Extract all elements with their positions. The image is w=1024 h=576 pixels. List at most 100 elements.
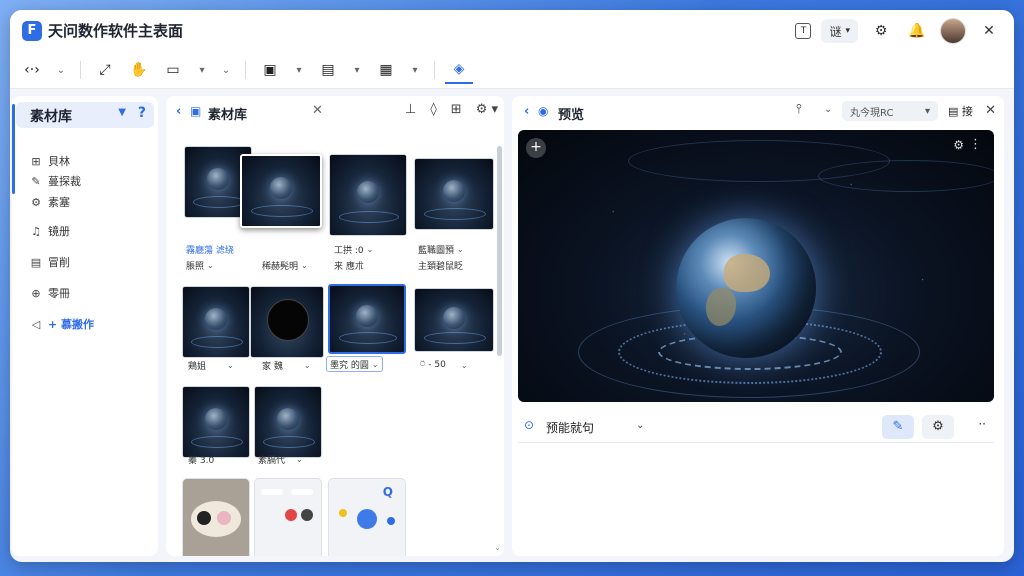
title-bar-actions: T 谜 ▾ ⚙ 🔔 ✕ [795, 17, 1002, 45]
edit-button[interactable]: ✎ [882, 415, 914, 439]
chevron-down-icon[interactable]: ▼ [118, 107, 126, 118]
chevron-down-icon[interactable]: ⌄ [217, 57, 235, 83]
sidebar-item[interactable]: ✎ 蔓探裁 [30, 172, 81, 190]
sidebar-item[interactable]: ⚙ 素塞 [30, 193, 70, 211]
knob-icon [217, 511, 231, 525]
grid-icon[interactable]: ⊞ [451, 102, 462, 117]
layers-icon[interactable]: ▣ [256, 57, 284, 83]
sidebar-item[interactable]: ▤ 冒削 [30, 253, 70, 271]
control-tile[interactable]: Q [328, 478, 406, 556]
chevron-down-icon[interactable]: ▾ [406, 57, 424, 83]
material-thumbnail[interactable] [329, 154, 407, 236]
chevron-down-icon: ▾ [845, 26, 850, 36]
thumbnail-caption: 主頚碧鼠眨 [418, 261, 464, 272]
gear-icon[interactable]: ⚙ [953, 138, 964, 152]
material-thumbnail[interactable] [414, 158, 494, 230]
chevron-down-icon: ▾ [924, 105, 930, 117]
chevron-down-icon: ⌄ [457, 244, 464, 254]
chevron-down-icon: ⌄ [371, 359, 379, 369]
material-thumbnail[interactable] [182, 386, 250, 458]
settings-button[interactable]: ⚙ [922, 415, 954, 439]
preview-viewport[interactable]: + ⚙ ⋮ [518, 130, 994, 402]
control-tile[interactable] [254, 478, 322, 556]
thumbnail-caption[interactable]: ⍥ - 50 ⌄ [420, 358, 468, 372]
close-icon[interactable]: ✕ [976, 18, 1002, 44]
material-thumbnail-selected[interactable] [328, 284, 406, 354]
thumbnail-caption[interactable]: 脹照 ⌄ [186, 258, 214, 272]
material-thumbnail[interactable] [182, 286, 250, 358]
avatar[interactable] [940, 18, 966, 44]
material-icon[interactable]: ◈ [445, 56, 473, 84]
bell-icon[interactable]: 🔔 [904, 18, 930, 44]
dot-icon [339, 509, 347, 517]
grid-icon[interactable]: ▦ [372, 57, 400, 83]
sidebar-item[interactable]: ♫ 镜册 [30, 222, 70, 240]
preview-option-label[interactable]: 预能就句 [546, 419, 594, 436]
thumbnail-caption[interactable]: 素膈代 ⌄ [258, 452, 303, 466]
location-icon: ⊙ [524, 418, 535, 432]
chevron-down-icon[interactable]: ▾ [193, 57, 211, 83]
chevron-down-icon[interactable]: ⌄ [636, 420, 644, 431]
control-bar [291, 489, 313, 495]
back-icon[interactable]: ‹ [524, 104, 529, 119]
thumbnail-caption[interactable]: 稀赫髡明 ⌄ [262, 258, 308, 272]
more-vertical-icon[interactable]: ⋮ [969, 137, 982, 152]
chevron-down-icon[interactable]: ▾ [348, 57, 366, 83]
close-icon[interactable]: ✕ [312, 103, 323, 118]
chevron-down-icon: ⌄ [366, 244, 374, 254]
sidebar-item-label: + 慕搬作 [48, 318, 95, 331]
chevron-down-icon[interactable]: ⌄ [824, 104, 832, 115]
more-icon[interactable]: ·· [978, 417, 986, 431]
material-library-panel: ‹ ▣ 素材库 ✕ ⊥ ◊ ⊞ ⚙ ▾ 霧廳蕩 滤绕 脹照 ⌄ 稀赫髡明 ⌄ 工拱 :0 ⌄… [166, 96, 504, 556]
view-toggle[interactable]: ▤ 接 [948, 103, 973, 119]
render-mode-select[interactable]: 丸今現RC ▾ [842, 101, 938, 121]
resize-icon[interactable]: ⤢ [91, 57, 119, 83]
chevron-down-icon[interactable]: ▾ [290, 57, 308, 83]
material-thumbnail[interactable] [414, 288, 494, 352]
close-icon[interactable]: ✕ [985, 103, 996, 118]
sidebar-item-label: 零冊 [48, 287, 70, 300]
thumbnail-caption[interactable]: 工拱 :0 ⌄ [334, 242, 373, 256]
chevron-down-icon[interactable]: ⌄ [494, 543, 501, 552]
sidebar-item[interactable]: ◁ + 慕搬作 [30, 315, 94, 333]
chevron-down-icon: ⌄ [460, 360, 468, 370]
dot-icon [387, 517, 395, 525]
save-icon[interactable]: ▤ [314, 57, 342, 83]
title-bar: F 天问数作软件主表面 T 谜 ▾ ⚙ 🔔 ✕ [10, 10, 1014, 53]
preview-title: 预览 [558, 108, 585, 123]
help-icon[interactable]: ? [138, 105, 146, 121]
sidebar-item[interactable]: ⊕ 零冊 [30, 284, 70, 302]
gear-icon[interactable]: ⚙ [868, 18, 894, 44]
thumbnail-caption-selected[interactable]: 墨究 的圓 ⌄ [326, 356, 383, 372]
sidebar-item-icon: ⊕ [31, 286, 41, 300]
sidebar-header[interactable]: 素材库 ▼ ? [16, 102, 154, 128]
control-bar [261, 489, 283, 495]
material-thumbnail[interactable] [250, 286, 324, 358]
library-scrollbar[interactable] [497, 146, 502, 356]
frame-icon[interactable]: ▭ [159, 57, 187, 83]
material-thumbnail[interactable] [254, 386, 322, 458]
align-icon[interactable]: ⊥ [405, 102, 416, 117]
material-thumbnail-dragging[interactable] [240, 154, 322, 228]
toolbar-separator [434, 61, 435, 79]
sidebar-item-icon: ⊞ [31, 154, 41, 168]
back-icon[interactable]: ‹ [176, 104, 181, 119]
workspace-select[interactable]: 谜 ▾ [821, 19, 858, 43]
chevron-down-icon[interactable]: ⌄ [52, 57, 70, 83]
thumbnail-caption[interactable]: 家 魏 ⌄ [262, 358, 311, 372]
chevron-down-icon: ⌄ [207, 260, 214, 270]
sidebar-item-label: 镜册 [48, 225, 70, 238]
code-icon[interactable]: ‹·› [18, 57, 46, 83]
document-icon[interactable]: T [795, 23, 812, 39]
thumbnail-caption[interactable]: 藍職圖預 ⌄ [418, 242, 464, 256]
add-icon[interactable]: + [526, 138, 546, 158]
drop-icon[interactable]: ◊ [430, 102, 436, 117]
thumbnail-caption[interactable]: 鶏姐 ⌄ [188, 358, 234, 372]
hand-icon[interactable]: ✋ [125, 57, 153, 83]
settings-dropdown-icon[interactable]: ⚙ ▾ [476, 102, 498, 117]
library-header: ‹ ▣ 素材库 ✕ ⊥ ◊ ⊞ ⚙ ▾ [166, 96, 504, 128]
sidebar-item[interactable]: ⊞ 貝林 [30, 152, 70, 170]
pin-icon[interactable]: ⫯ [796, 102, 802, 117]
control-tile[interactable] [182, 478, 250, 556]
sidebar-item-label: 素塞 [48, 196, 70, 209]
